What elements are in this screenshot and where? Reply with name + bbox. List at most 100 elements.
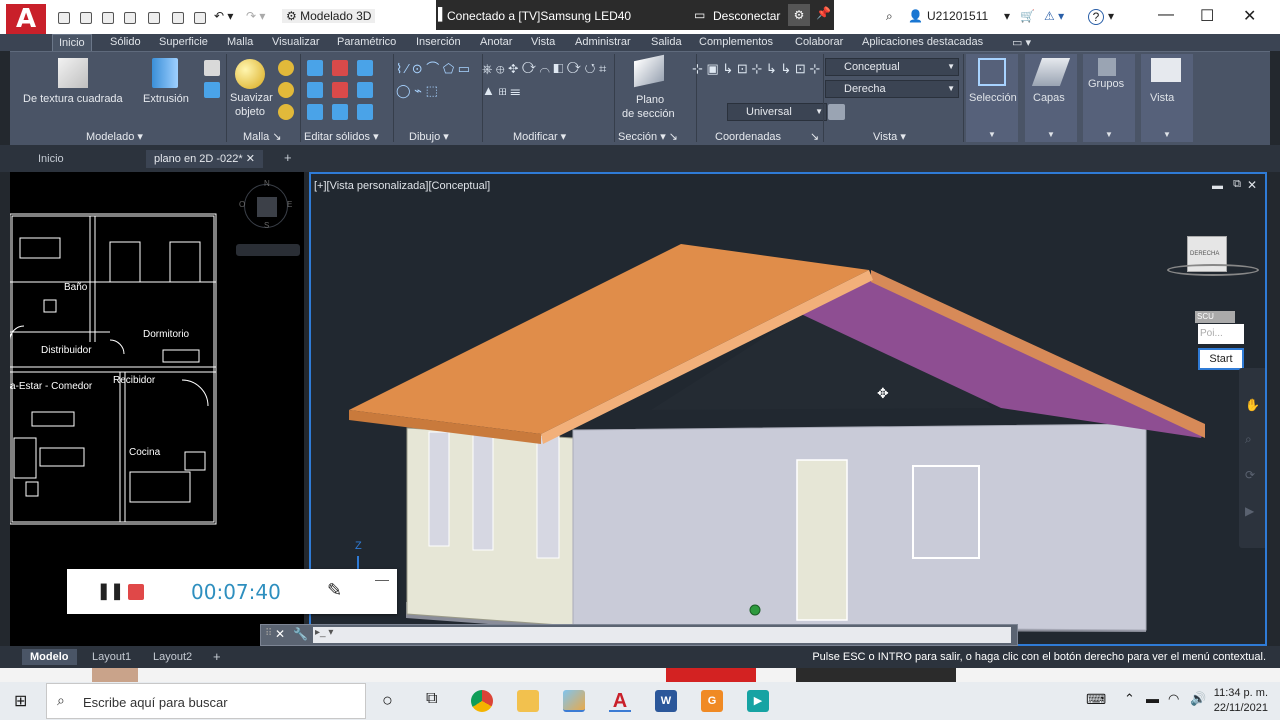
user-icon[interactable]: 👤	[908, 9, 923, 23]
extrusion-icon[interactable]	[152, 58, 178, 88]
separate-icon[interactable]	[357, 104, 373, 120]
save-icon[interactable]	[102, 12, 114, 24]
doc-tab-drawing[interactable]: plano en 2D -022* ✕	[146, 150, 263, 168]
command-input[interactable]: ▸_ ▾	[313, 627, 1011, 643]
groups-button[interactable]: Grupos ▼	[1083, 54, 1135, 142]
tab-parametrico[interactable]: Paramétrico	[337, 36, 396, 48]
close-icon[interactable]: ✕	[1243, 6, 1256, 26]
scu-menu[interactable]: SCU	[1195, 311, 1235, 323]
web-mobile-icon[interactable]	[148, 12, 160, 24]
zoom-icon[interactable]: ⌕	[1245, 432, 1252, 447]
view-combo[interactable]: Derecha ▼	[825, 80, 959, 98]
help-chevron-down-icon[interactable]: ▾	[1108, 9, 1114, 23]
smooth-object-label-1[interactable]: Suavizar	[230, 92, 273, 104]
section-plane-label-2[interactable]: de sección	[622, 108, 675, 120]
tab-inicio[interactable]: Inicio	[52, 34, 92, 51]
new-file-icon[interactable]	[58, 12, 70, 24]
maximize-icon[interactable]: ☐	[1200, 6, 1214, 26]
cmd-drag-handle-icon[interactable]: ⠿	[265, 628, 272, 639]
layout-tab-layout1[interactable]: Layout1	[84, 649, 139, 665]
binoculars-icon[interactable]: ⌕	[886, 9, 893, 24]
tab-superficie[interactable]: Superficie	[159, 36, 208, 48]
pen-draw-icon[interactable]: ✎	[327, 580, 342, 601]
extrusion-button[interactable]: Extrusión	[143, 93, 189, 105]
panel-title-coordenadas[interactable]: Coordenadas	[715, 131, 781, 143]
panel-title-malla[interactable]: Malla ↘	[243, 130, 282, 143]
drag-handle-icon[interactable]: ▌	[438, 7, 447, 21]
solid-cylinder-icon[interactable]	[204, 82, 220, 98]
tray-chevron-up-icon[interactable]: ⌃	[1124, 691, 1135, 707]
panel-title-seccion[interactable]: Sección ▾ ↘	[618, 130, 678, 143]
wifi-icon[interactable]: ◠	[1168, 691, 1179, 707]
ribbon-toggle-icon[interactable]: ▭ ▾	[1012, 36, 1031, 49]
viewcube-top-icon[interactable]	[257, 197, 277, 217]
interfere-icon[interactable]	[307, 82, 323, 98]
task-view-icon[interactable]: ⧉	[426, 690, 437, 708]
mesh-sphere-icon[interactable]	[278, 60, 294, 76]
remote-app-icon[interactable]: ▶	[747, 690, 769, 712]
close-tab-icon[interactable]: ✕	[246, 153, 255, 165]
tab-administrar[interactable]: Administrar	[575, 36, 631, 48]
cmd-prompt-icon[interactable]: ▸_ ▾	[315, 627, 333, 638]
battery-icon[interactable]: ▬	[1146, 691, 1159, 706]
connect-icon[interactable]: ⚠ ▾	[1044, 9, 1064, 23]
mesh-crease-icon[interactable]	[278, 104, 294, 120]
autocad-logo-icon[interactable]: A	[6, 4, 46, 34]
coordenadas-launcher-icon[interactable]: ↘	[810, 130, 819, 143]
windows-start-icon[interactable]: ⊞	[14, 691, 27, 711]
compass-ring-icon[interactable]: N E S O	[239, 179, 292, 230]
point-input-field[interactable]: Poi...	[1198, 324, 1244, 344]
save-web-icon[interactable]	[172, 12, 184, 24]
viewcube-ring-icon[interactable]	[1167, 264, 1259, 276]
taskbar-clock[interactable]: 11:34 p. m. 22/11/2021	[1214, 686, 1268, 716]
showmotion-icon[interactable]: ▶	[1245, 504, 1254, 518]
add-layout-button[interactable]: +	[205, 649, 229, 665]
workspace-switcher[interactable]: ⚙ Modelado 3D	[282, 9, 376, 23]
viewport-config-icon[interactable]	[828, 104, 844, 120]
cart-icon[interactable]: 🛒	[1020, 9, 1035, 23]
view-button[interactable]: Vista ▼	[1141, 54, 1193, 142]
tab-anotar[interactable]: Anotar	[480, 36, 512, 48]
tab-aplicaciones-destacadas[interactable]: Aplicaciones destacadas	[862, 36, 983, 48]
smooth-object-icon[interactable]	[235, 59, 265, 89]
layout-tab-layout2[interactable]: Layout2	[145, 649, 200, 665]
extract-edges-icon[interactable]	[357, 60, 373, 76]
cmd-close-icon[interactable]: ✕	[275, 627, 285, 641]
ucs-combo[interactable]: Universal ▼	[727, 103, 827, 121]
chrome-icon[interactable]	[471, 690, 493, 712]
autocad-taskbar-icon[interactable]: A	[609, 690, 631, 712]
cmd-customize-wrench-icon[interactable]: 🔧	[293, 627, 308, 641]
layers-button[interactable]: Capas ▼	[1025, 54, 1077, 142]
help-button[interactable]: ?	[1088, 9, 1104, 25]
visual-style-combo[interactable]: Conceptual ▼	[825, 58, 959, 76]
tab-malla[interactable]: Malla	[227, 36, 253, 48]
pause-icon[interactable]: ❚❚	[97, 581, 124, 601]
file-explorer-icon[interactable]	[517, 690, 539, 712]
start-button[interactable]: Start	[1198, 348, 1244, 370]
texture-cube-button[interactable]: De textura cuadrada	[23, 93, 123, 105]
intersect-icon[interactable]	[332, 82, 348, 98]
command-line[interactable]: ⠿ ✕ 🔧 ▸_ ▾	[260, 624, 1018, 646]
model-viewport-3d[interactable]: [+][Vista personalizada][Conceptual] ▬ ⧉…	[309, 172, 1267, 646]
layout-tab-model[interactable]: Modelo	[22, 649, 77, 665]
word-icon[interactable]: W	[655, 690, 677, 712]
tab-solido[interactable]: Sólido	[110, 36, 141, 48]
ucs-tools-grid[interactable]: ⊹ ▣ ↳ ⊡ ⊹ ↳ ↳ ⊡ ⊹	[692, 58, 824, 80]
subtract-icon[interactable]	[332, 60, 348, 76]
taskbar-search[interactable]: ⌕ Escribe aquí para buscar	[46, 683, 366, 719]
slice-icon[interactable]	[307, 104, 323, 120]
tab-complementos[interactable]: Complementos	[699, 36, 773, 48]
user-menu-chevron-down-icon[interactable]: ▾	[1004, 9, 1010, 23]
open-file-icon[interactable]	[80, 12, 92, 24]
doc-tab-inicio[interactable]: Inicio	[30, 150, 72, 168]
tab-insercion[interactable]: Inserción	[416, 36, 461, 48]
section-plane-icon[interactable]	[634, 54, 664, 88]
draw-tools-grid[interactable]: ⌇ ∕ ⊙ ⌒ ⬠ ▭ ◯ ⌁ ⬚	[396, 58, 480, 102]
extrude-faces-icon[interactable]	[357, 82, 373, 98]
tab-vista[interactable]: Vista	[531, 36, 555, 48]
panel-title-vista[interactable]: Vista ▾	[873, 130, 906, 143]
keyboard-icon[interactable]: ⌨	[1086, 691, 1106, 708]
selection-button[interactable]: Selección ▼	[966, 54, 1018, 142]
photos-icon[interactable]	[563, 690, 585, 712]
pan-hand-icon[interactable]: ✋	[1245, 398, 1260, 412]
